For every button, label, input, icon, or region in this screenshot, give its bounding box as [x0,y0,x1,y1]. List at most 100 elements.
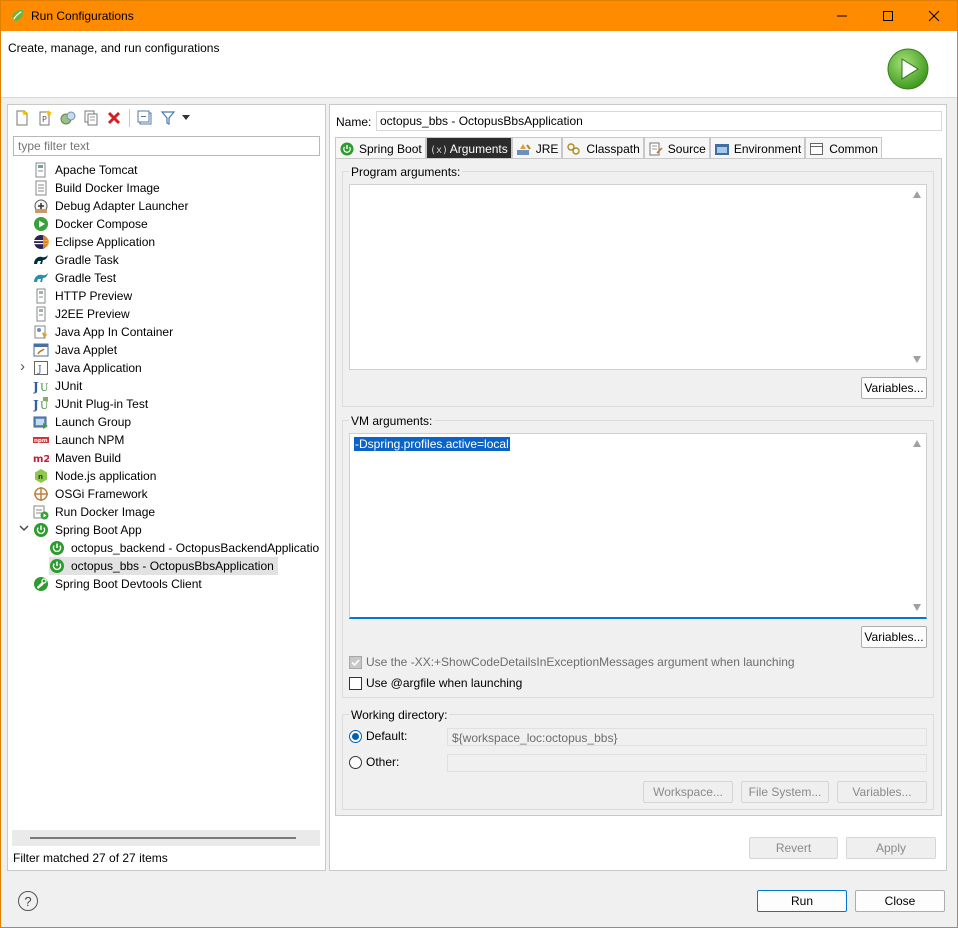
new-prototype-button[interactable]: P [35,108,55,128]
tree-item-selected[interactable]: octopus_bbs - OctopusBbsApplication [49,557,278,575]
tree-item[interactable]: Java App In Container [33,323,173,341]
wd-variables-button[interactable]: Variables... [837,781,927,803]
tree-item-label: HTTP Preview [55,289,133,303]
tab-label: Environment [733,141,802,156]
filter-match-status: Filter matched 27 of 27 items [13,851,168,865]
close-button[interactable]: Close [855,890,945,912]
filter-icon [160,111,176,125]
close-window-button[interactable] [911,1,957,31]
minimize-button[interactable] [819,1,865,31]
default-radio[interactable]: Default: [349,729,407,743]
tree-item[interactable]: Gradle Test [33,269,116,287]
tab-common[interactable]: Common [805,137,882,159]
debug-adapter-icon [33,198,49,214]
window-title: Run Configurations [31,9,134,23]
export-button[interactable] [58,108,78,128]
checkbox-checked-disabled[interactable] [349,655,362,669]
tree-item[interactable]: J U JUnit Plug-in Test [33,395,148,413]
tree-item[interactable]: OSGi Framework [33,485,148,503]
tree-item[interactable]: Java Applet [33,341,117,359]
maximize-icon [883,11,893,21]
tab-arguments[interactable]: (x)= Arguments [425,137,512,159]
docker-build-icon [33,180,49,196]
svg-text:npm: npm [34,438,48,444]
tree-item[interactable]: HTTP Preview [33,287,132,305]
gradle-icon [33,252,49,268]
show-code-details-checkbox[interactable]: Use the -XX:+ShowCodeDetailsInExceptionM… [349,655,795,669]
collapse-all-icon [137,110,152,125]
vm-arguments-scrollbar[interactable] [909,434,926,617]
other-radio[interactable]: Other: [349,755,399,769]
tree-item[interactable]: Gradle Task [33,251,119,269]
tab-label: Classpath [586,141,640,156]
help-button[interactable]: ? [18,891,38,911]
tab-environment[interactable]: Environment [709,137,806,159]
delete-button[interactable] [104,108,124,128]
apply-button[interactable]: Apply [846,837,936,859]
tree-item[interactable]: octopus_backend - OctopusBackendApplicat… [49,539,319,557]
collapse-arrow-icon[interactable] [19,523,29,536]
tree-item-label: Java Application [55,361,142,375]
tree-item-label: Java Applet [55,343,118,357]
maven-icon: m2 [33,450,49,466]
tree-horizontal-scrollbar[interactable] [12,830,320,846]
tree-item[interactable]: Build Docker Image [33,179,160,197]
duplicate-button[interactable] [81,108,101,128]
workspace-button[interactable]: Workspace... [643,781,733,803]
expand-arrow-icon[interactable]: › [20,359,25,374]
vm-variables-button[interactable]: Variables... [861,626,927,648]
scrollbar-thumb[interactable] [30,837,296,839]
tree-item[interactable]: Spring Boot Devtools Client [33,575,202,593]
tree-item-label: Maven Build [55,451,122,465]
file-system-button[interactable]: File System... [741,781,829,803]
other-directory-field[interactable] [447,754,927,772]
header-banner: Create, manage, and run configurations [1,31,957,98]
filter-button[interactable] [158,108,178,128]
program-arguments-scrollbar[interactable] [909,185,926,369]
tree-item[interactable]: m2 Maven Build [33,449,121,467]
revert-button[interactable]: Revert [749,837,838,859]
tree-item-label: OSGi Framework [55,487,148,501]
tree-item[interactable]: Spring Boot App [33,521,142,539]
tree-item-label: Java App In Container [55,325,174,339]
collapse-all-button[interactable] [135,108,155,128]
tree-item[interactable]: Run Docker Image [33,503,155,521]
tree-item[interactable]: Launch Group [33,413,131,431]
filter-menu-dropdown[interactable] [181,108,191,128]
spring-devtools-icon [33,576,49,592]
argfile-checkbox[interactable]: Use @argfile when launching [349,676,522,690]
configuration-tree-pane: P Apache TomcatBuild Docker Imag [7,104,326,871]
program-arguments-textarea[interactable] [349,184,927,370]
tab-spring-boot[interactable]: Spring Boot [335,137,426,159]
junit-plugin-icon: JU [33,396,49,412]
tree-item[interactable]: Docker Compose [33,215,148,233]
tab-classpath[interactable]: Classpath [562,137,644,159]
tree-item[interactable]: Eclipse Application [33,233,155,251]
tab-jre[interactable]: JRE [511,137,563,159]
http-preview-icon [33,288,49,304]
tree-item[interactable]: Debug Adapter Launcher [33,197,188,215]
new-configuration-button[interactable] [12,108,32,128]
maximize-button[interactable] [865,1,911,31]
tree-item[interactable]: J2EE Preview [33,305,130,323]
tree-item[interactable]: J U JUnit [33,377,82,395]
tree-item[interactable]: n Node.js application [33,467,156,485]
vm-arguments-textarea[interactable]: -Dspring.profiles.active=local [349,433,927,619]
tree-item[interactable]: Apache Tomcat [33,161,138,179]
name-label: Name: [336,115,372,129]
tab-label: Common [829,141,878,156]
nodejs-icon: n [33,468,49,484]
filter-input[interactable] [13,136,320,156]
run-button[interactable]: Run [757,890,847,912]
radio-unselected[interactable] [349,755,362,769]
program-variables-button[interactable]: Variables... [861,377,927,399]
checkbox-unchecked[interactable] [349,676,362,690]
name-field[interactable] [376,111,942,131]
common-icon [810,142,824,155]
tree-item[interactable]: J Java Application [33,359,142,377]
tab-source[interactable]: Source [643,137,710,159]
vm-arguments-value[interactable]: -Dspring.profiles.active=local [354,437,510,451]
radio-selected[interactable] [349,729,362,743]
tree-item[interactable]: npm Launch NPM [33,431,124,449]
tab-label: Spring Boot [359,141,422,156]
